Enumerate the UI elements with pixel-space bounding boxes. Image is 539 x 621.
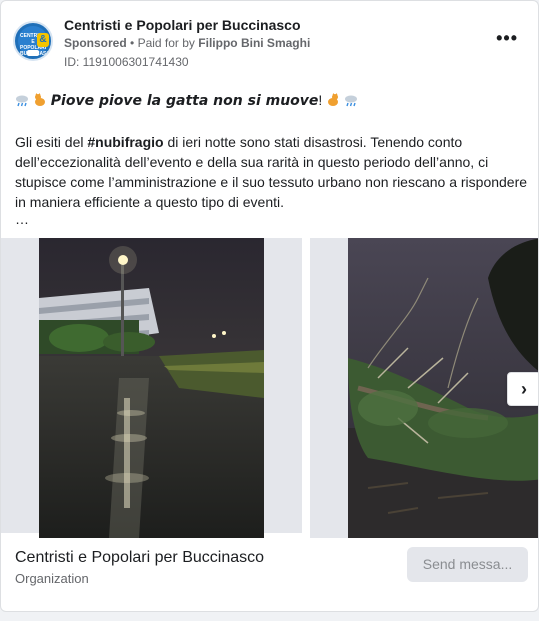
page-name-link[interactable]: Centristi e Popolari per Buccinasco: [64, 17, 301, 33]
body-part-1: Gli esiti del: [15, 134, 88, 150]
image-carousel: [1, 238, 538, 538]
footer-category: Organization: [15, 571, 89, 586]
post-body: Gli esiti del #nubifragio di ieri notte …: [15, 132, 530, 212]
carousel-next-button[interactable]: ›: [507, 372, 538, 406]
rain-cloud-icon: [16, 95, 28, 107]
post-header: CENTRISTI E POPOLARI BUCCINASCO & Centri…: [13, 15, 526, 71]
avatar[interactable]: CENTRISTI E POPOLARI BUCCINASCO &: [13, 21, 53, 61]
avatar-badge: [27, 50, 39, 56]
flooded-street-image: [39, 238, 264, 538]
hashtag-link[interactable]: #nubifragio: [87, 134, 163, 150]
chevron-right-icon: ›: [521, 379, 527, 399]
cat-icon: [328, 93, 339, 106]
avatar-ampersand: &: [37, 33, 49, 47]
ad-id: ID: 1191006301741430: [64, 55, 189, 69]
paid-for-name[interactable]: Filippo Bini Smaghi: [198, 36, 310, 50]
ad-card: CENTRISTI E POPOLARI BUCCINASCO & Centri…: [0, 0, 539, 612]
footer-page-name[interactable]: Centristi e Popolari per Buccinasco: [15, 549, 264, 567]
headline-bang: !: [318, 92, 323, 108]
see-more-ellipsis[interactable]: …: [15, 211, 29, 227]
post-headline: Piove piove la gatta non si muove!: [15, 92, 358, 109]
sponsored-label: Sponsored: [64, 36, 127, 50]
more-options-icon[interactable]: •••: [496, 29, 518, 47]
paid-for-prefix: Paid for by: [137, 36, 195, 50]
rain-cloud-icon: [345, 95, 358, 107]
send-message-button[interactable]: Send messa...: [407, 547, 528, 582]
meta-separator: •: [130, 36, 135, 50]
carousel-slide[interactable]: [1, 238, 302, 538]
sponsored-line: Sponsored • Paid for by Filippo Bini Sma…: [64, 36, 310, 50]
cat-icon: [34, 93, 45, 106]
carousel-slide[interactable]: [310, 238, 538, 538]
headline-text: Piove piove la gatta non si muove: [50, 93, 319, 109]
